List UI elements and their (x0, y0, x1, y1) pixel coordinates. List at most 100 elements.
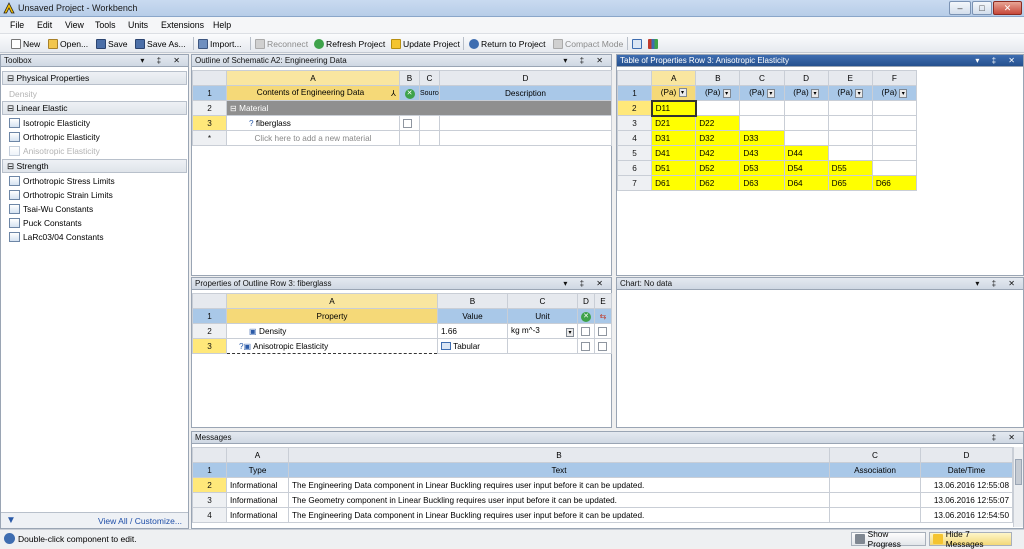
outline-table: ABCD 1 Contents of Engineering Data ⅄ ✕ Sou… (192, 70, 612, 146)
minimize-button[interactable]: – (949, 1, 971, 15)
material-icon: ? (249, 118, 254, 128)
properties-table-panel: Table of Properties Row 3: Anisotropic E… (616, 54, 1024, 276)
filter-icon[interactable]: ▼ (6, 515, 16, 526)
messages-scrollbar[interactable] (1013, 447, 1023, 527)
property-icon (9, 204, 20, 214)
cell-d62[interactable]: D62 (695, 175, 741, 191)
toolbox-footer: ▼ View All / Customize... (1, 512, 188, 528)
toolbox-item-larc-constants[interactable]: LaRc03/04 Constants (9, 232, 104, 242)
toolbox-item-isotropic-elasticity[interactable]: Isotropic Elasticity (9, 118, 90, 128)
toolbox-item-anisotropic-elasticity[interactable]: Anisotropic Elasticity (9, 146, 100, 156)
menu-view[interactable]: View (65, 20, 84, 30)
cell-d52[interactable]: D52 (695, 160, 741, 176)
toolbox-item-density[interactable]: Density (9, 89, 37, 99)
import-button[interactable]: Import... (198, 37, 242, 50)
unit-select-f[interactable]: (Pa) ▾ (871, 85, 918, 101)
add-new-material[interactable]: Click here to add a new material (226, 130, 400, 146)
toolbox-item-orthotropic-stress-limits[interactable]: Orthotropic Stress Limits (9, 176, 115, 186)
menu-file[interactable]: File (10, 20, 24, 30)
sort-icon: ⅄ (390, 89, 396, 98)
toolbox-item-orthotropic-strain-limits[interactable]: Orthotropic Strain Limits (9, 190, 113, 200)
chart-header: Chart: No data ▾ ‡ ✕ (617, 278, 1023, 290)
refresh-project-button[interactable]: Refresh Project (314, 37, 385, 50)
toolbox-item-puck-constants[interactable]: Puck Constants (9, 218, 82, 228)
view-all-customize-link[interactable]: View All / Customize... (98, 516, 182, 526)
unit-select-b[interactable]: (Pa) ▾ (695, 85, 741, 101)
anisotropic-value-tabular[interactable]: Tabular (437, 338, 508, 354)
cell-d31[interactable]: D31 (651, 130, 697, 146)
status-header-icon: ✕ (399, 85, 420, 101)
messages-header: Messages ‡ ✕ (192, 432, 1023, 444)
density-checkbox-d[interactable] (577, 323, 595, 339)
menu-bar: File Edit View Tools Units Extensions He… (0, 17, 1024, 34)
toolbox-header: Toolbox ▾ ‡ ✕ (1, 55, 188, 67)
save-as-button[interactable]: Save As... (135, 37, 186, 50)
menu-tools[interactable]: Tools (95, 20, 116, 30)
contents-header[interactable]: Contents of Engineering Data ⅄ (226, 85, 400, 101)
property-anisotropic-elasticity[interactable]: ?▣ Anisotropic Elasticity (226, 338, 438, 354)
properties-table-header: Table of Properties Row 3: Anisotropic E… (617, 55, 1023, 67)
property-density[interactable]: ▣ Density (226, 323, 438, 339)
cell-d55[interactable]: D55 (827, 160, 873, 176)
density-value-input[interactable]: 1.66 (437, 323, 508, 339)
close-button[interactable]: ✕ (993, 1, 1022, 15)
cell-d42[interactable]: D42 (695, 145, 741, 161)
unit-select-c[interactable]: (Pa) ▾ (739, 85, 785, 101)
unit-select-a[interactable]: (Pa) ▾ (651, 85, 697, 101)
cell-d61[interactable]: D61 (651, 175, 697, 191)
cell-d21[interactable]: D21 (651, 115, 697, 131)
messages-icon (933, 534, 943, 544)
message-text[interactable]: The Geometry component in Linear Bucklin… (288, 492, 830, 508)
save-button[interactable]: Save (96, 37, 128, 50)
library-button[interactable] (648, 37, 658, 50)
menu-extensions[interactable]: Extensions (161, 20, 204, 30)
cell-d32[interactable]: D32 (695, 130, 741, 146)
anisotropic-checkbox-d[interactable] (577, 338, 595, 354)
density-unit-select[interactable]: kg m^-3 ▾ (507, 323, 578, 339)
message-text[interactable]: The Engineering Data component in Linear… (288, 507, 830, 523)
return-to-project-button[interactable]: Return to Project (469, 37, 545, 50)
cell-d22[interactable]: D22 (695, 115, 741, 131)
cell-d44[interactable]: D44 (783, 145, 829, 161)
toolbox-item-tsai-wu-constants[interactable]: Tsai-Wu Constants (9, 204, 93, 214)
menu-help[interactable]: Help (213, 20, 231, 30)
unit-select-e[interactable]: (Pa) ▾ (827, 85, 873, 101)
material-row-fiberglass[interactable]: ? fiberglass (226, 115, 400, 131)
hide-messages-button[interactable]: Hide 7 Messages (929, 529, 1012, 549)
cell-d65[interactable]: D65 (827, 175, 873, 191)
toolbox-item-orthotropic-elasticity[interactable]: Orthotropic Elasticity (9, 132, 100, 142)
material-checkbox[interactable] (399, 115, 420, 131)
update-project-button[interactable]: Update Project (391, 37, 460, 50)
compact-mode-button[interactable]: Compact Mode (553, 37, 623, 50)
category-material[interactable]: ⊟ Material (226, 100, 612, 116)
filter-toggle-button[interactable] (632, 37, 642, 50)
cell-d11[interactable]: D11 (650, 99, 697, 117)
cell-d63[interactable]: D63 (739, 175, 785, 191)
menu-edit[interactable]: Edit (37, 20, 52, 30)
cell-d54[interactable]: D54 (783, 160, 829, 176)
messages-panel: Messages ‡ ✕ ABCD 1 Type Text Association Dat… (191, 431, 1024, 529)
unit-select-d[interactable]: (Pa) ▾ (783, 85, 829, 101)
anisotropic-checkbox-e[interactable] (594, 338, 612, 354)
density-checkbox-e[interactable] (594, 323, 612, 339)
section-linear-elastic[interactable]: ⊟ Linear Elastic (2, 101, 187, 115)
cell-d33[interactable]: D33 (739, 130, 785, 146)
link-header-icon: ⇆ (594, 308, 612, 324)
cell-d66[interactable]: D66 (871, 175, 918, 191)
open-button[interactable]: Open... (48, 37, 88, 50)
cell-d51[interactable]: D51 (651, 160, 697, 176)
reconnect-button[interactable]: Reconnect (255, 37, 308, 50)
maximize-button[interactable]: □ (972, 1, 992, 15)
cell-d53[interactable]: D53 (739, 160, 785, 176)
cell-d43[interactable]: D43 (739, 145, 785, 161)
message-text[interactable]: The Engineering Data component in Linear… (288, 477, 830, 493)
section-strength[interactable]: ⊟ Strength (2, 159, 187, 173)
cell-d41[interactable]: D41 (651, 145, 697, 161)
cell-d64[interactable]: D64 (783, 175, 829, 191)
compact-mode-icon (553, 38, 563, 49)
section-physical-properties[interactable]: ⊟ Physical Properties (2, 71, 187, 85)
messages-table: ABCD 1 Type Text Association Date/Time 2 Info… (192, 447, 1013, 523)
menu-units[interactable]: Units (128, 20, 148, 30)
show-progress-button[interactable]: Show Progress (851, 529, 926, 549)
new-button[interactable]: New (11, 37, 40, 50)
